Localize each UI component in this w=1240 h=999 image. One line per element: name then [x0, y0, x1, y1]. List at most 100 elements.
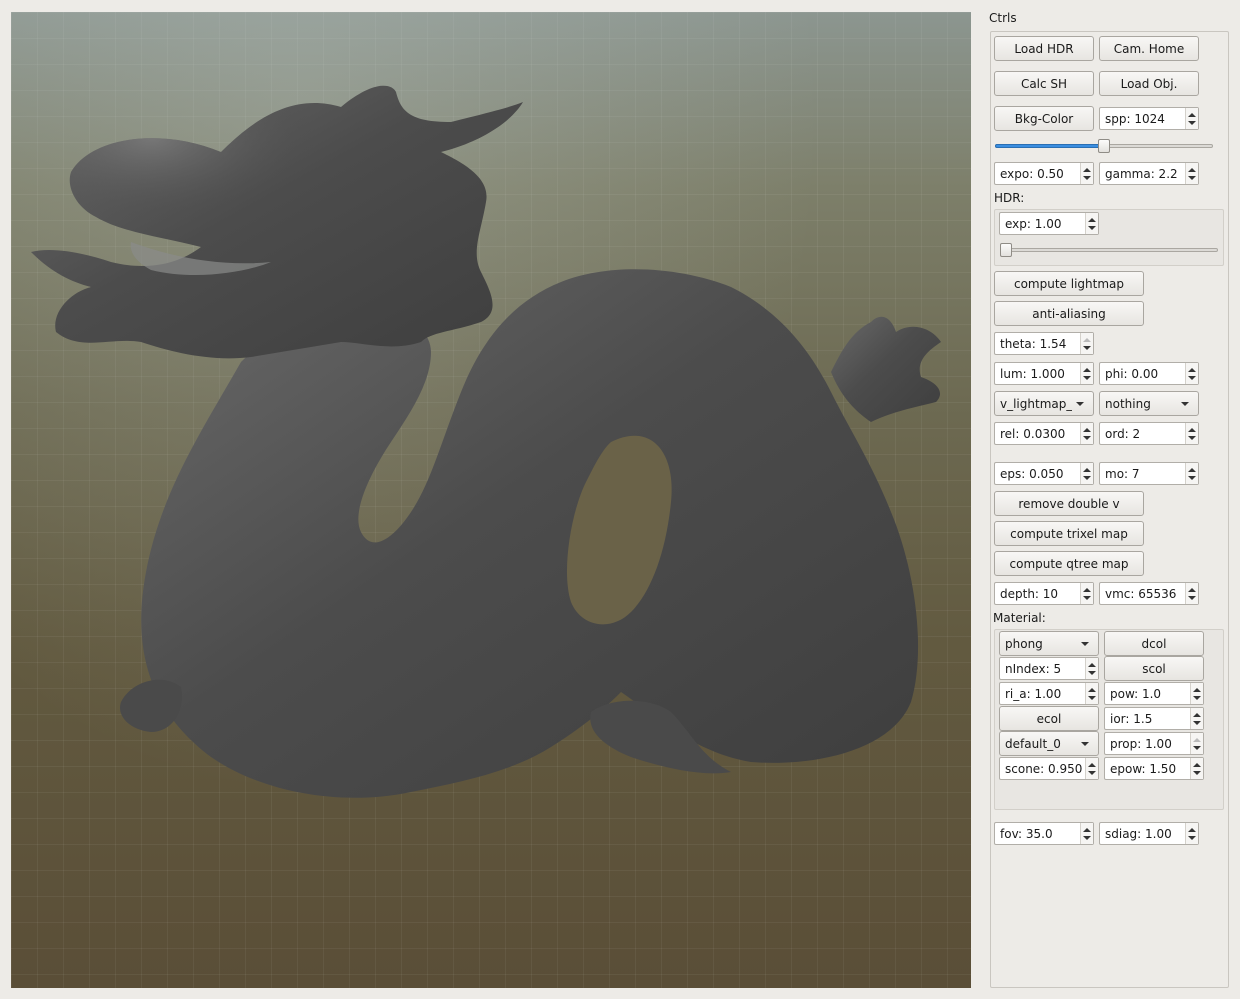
chevron-down-icon: [1081, 641, 1089, 646]
anti-aliasing-button[interactable]: anti-aliasing: [994, 301, 1144, 326]
theta-arrows[interactable]: [1080, 333, 1093, 354]
lum-value: lum: 1.000: [1000, 366, 1065, 381]
scol-button[interactable]: scol: [1104, 656, 1204, 681]
nindex-value: nIndex: 5: [1005, 661, 1062, 676]
spp-arrows[interactable]: [1185, 108, 1198, 129]
phi-value: phi: 0.00: [1105, 366, 1159, 381]
nindex-spinbox[interactable]: nIndex: 5: [999, 657, 1099, 680]
sdiag-arrows[interactable]: [1185, 823, 1198, 844]
calc-sh-button[interactable]: Calc SH: [994, 71, 1094, 96]
shading-model-select[interactable]: phong: [999, 631, 1099, 656]
rel-arrows[interactable]: [1080, 423, 1093, 444]
dragon-model: [31, 85, 941, 798]
eps-arrows[interactable]: [1080, 463, 1093, 484]
fov-value: fov: 35.0: [1000, 826, 1053, 841]
lightmap-mode-value: v_lightmap_s: [1000, 396, 1072, 411]
ri-a-arrows[interactable]: [1085, 683, 1098, 704]
epow-value: epow: 1.50: [1110, 761, 1177, 776]
load-obj-button[interactable]: Load Obj.: [1099, 71, 1199, 96]
mo-arrows[interactable]: [1185, 463, 1198, 484]
ecol-button[interactable]: ecol: [999, 706, 1099, 731]
sdiag-value: sdiag: 1.00: [1105, 826, 1172, 841]
prop-spinbox[interactable]: prop: 1.00: [1104, 732, 1204, 755]
remove-double-v-button[interactable]: remove double v: [994, 491, 1144, 516]
scone-arrows[interactable]: [1085, 758, 1098, 779]
spp-slider-handle[interactable]: [1098, 139, 1110, 153]
pow-arrows[interactable]: [1190, 683, 1203, 704]
fov-spinbox[interactable]: fov: 35.0: [994, 822, 1094, 845]
ord-spinbox[interactable]: ord: 2: [1099, 422, 1199, 445]
chevron-down-icon: [1076, 401, 1084, 406]
ri-a-spinbox[interactable]: ri_a: 1.00: [999, 682, 1099, 705]
epow-arrows[interactable]: [1190, 758, 1203, 779]
panel-title: Ctrls: [989, 11, 1017, 25]
scone-value: scone: 0.950: [1005, 761, 1083, 776]
eps-value: eps: 0.050: [1000, 466, 1064, 481]
ord-arrows[interactable]: [1185, 423, 1198, 444]
render-viewport[interactable]: [11, 12, 971, 988]
expo-arrows[interactable]: [1080, 163, 1093, 184]
spp-slider[interactable]: [995, 139, 1213, 153]
hdr-exp-slider[interactable]: [1000, 243, 1218, 257]
material-preset-value: default_0: [1005, 736, 1061, 751]
ord-value: ord: 2: [1105, 426, 1141, 441]
lightmap-mode-select[interactable]: v_lightmap_s: [994, 391, 1094, 416]
hdr-slider-track: [1000, 248, 1218, 252]
gamma-arrows[interactable]: [1185, 163, 1198, 184]
chevron-down-icon: [1081, 741, 1089, 746]
lum-arrows[interactable]: [1080, 363, 1093, 384]
material-label: Material:: [993, 611, 1046, 625]
hdr-exp-spinbox[interactable]: exp: 1.00: [999, 212, 1099, 235]
hdr-exp-arrows[interactable]: [1085, 213, 1098, 234]
spp-slider-fill: [995, 144, 1104, 148]
gamma-value: gamma: 2.2: [1105, 166, 1178, 181]
ior-spinbox[interactable]: ior: 1.5: [1104, 707, 1204, 730]
spp-spinbox[interactable]: spp: 1024: [1099, 107, 1199, 130]
mo-spinbox[interactable]: mo: 7: [1099, 462, 1199, 485]
rel-spinbox[interactable]: rel: 0.0300: [994, 422, 1094, 445]
hdr-exp-value: exp: 1.00: [1005, 216, 1062, 231]
gamma-spinbox[interactable]: gamma: 2.2: [1099, 162, 1199, 185]
depth-spinbox[interactable]: depth: 10: [994, 582, 1094, 605]
filter-mode-select[interactable]: nothing: [1099, 391, 1199, 416]
theta-value: theta: 1.54: [1000, 336, 1067, 351]
spp-value: spp: 1024: [1105, 111, 1165, 126]
prop-value: prop: 1.00: [1110, 736, 1172, 751]
sdiag-spinbox[interactable]: sdiag: 1.00: [1099, 822, 1199, 845]
pow-value: pow: 1.0: [1110, 686, 1162, 701]
compute-qtree-map-button[interactable]: compute qtree map: [994, 551, 1144, 576]
shading-model-value: phong: [1005, 636, 1043, 651]
mo-value: mo: 7: [1105, 466, 1140, 481]
background-color-button[interactable]: Bkg-Color: [994, 106, 1094, 131]
prop-arrows[interactable]: [1190, 733, 1203, 754]
vmc-value: vmc: 65536: [1105, 586, 1177, 601]
rel-value: rel: 0.0300: [1000, 426, 1066, 441]
hdr-label: HDR:: [994, 191, 1025, 205]
camera-home-button[interactable]: Cam. Home: [1099, 36, 1199, 61]
ior-value: ior: 1.5: [1110, 711, 1153, 726]
depth-value: depth: 10: [1000, 586, 1059, 601]
depth-arrows[interactable]: [1080, 583, 1093, 604]
eps-spinbox[interactable]: eps: 0.050: [994, 462, 1094, 485]
epow-spinbox[interactable]: epow: 1.50: [1104, 757, 1204, 780]
hdr-slider-handle[interactable]: [1000, 243, 1012, 257]
vmc-arrows[interactable]: [1185, 583, 1198, 604]
phi-arrows[interactable]: [1185, 363, 1198, 384]
fov-arrows[interactable]: [1080, 823, 1093, 844]
ri-a-value: ri_a: 1.00: [1005, 686, 1062, 701]
dcol-button[interactable]: dcol: [1104, 631, 1204, 656]
lum-spinbox[interactable]: lum: 1.000: [994, 362, 1094, 385]
compute-lightmap-button[interactable]: compute lightmap: [994, 271, 1144, 296]
load-hdr-button[interactable]: Load HDR: [994, 36, 1094, 61]
vmc-spinbox[interactable]: vmc: 65536: [1099, 582, 1199, 605]
material-preset-select[interactable]: default_0: [999, 731, 1099, 756]
ior-arrows[interactable]: [1190, 708, 1203, 729]
filter-mode-value: nothing: [1105, 396, 1151, 411]
phi-spinbox[interactable]: phi: 0.00: [1099, 362, 1199, 385]
nindex-arrows[interactable]: [1085, 658, 1098, 679]
compute-trixel-map-button[interactable]: compute trixel map: [994, 521, 1144, 546]
scone-spinbox[interactable]: scone: 0.950: [999, 757, 1099, 780]
expo-spinbox[interactable]: expo: 0.50: [994, 162, 1094, 185]
pow-spinbox[interactable]: pow: 1.0: [1104, 682, 1204, 705]
theta-spinbox[interactable]: theta: 1.54: [994, 332, 1094, 355]
